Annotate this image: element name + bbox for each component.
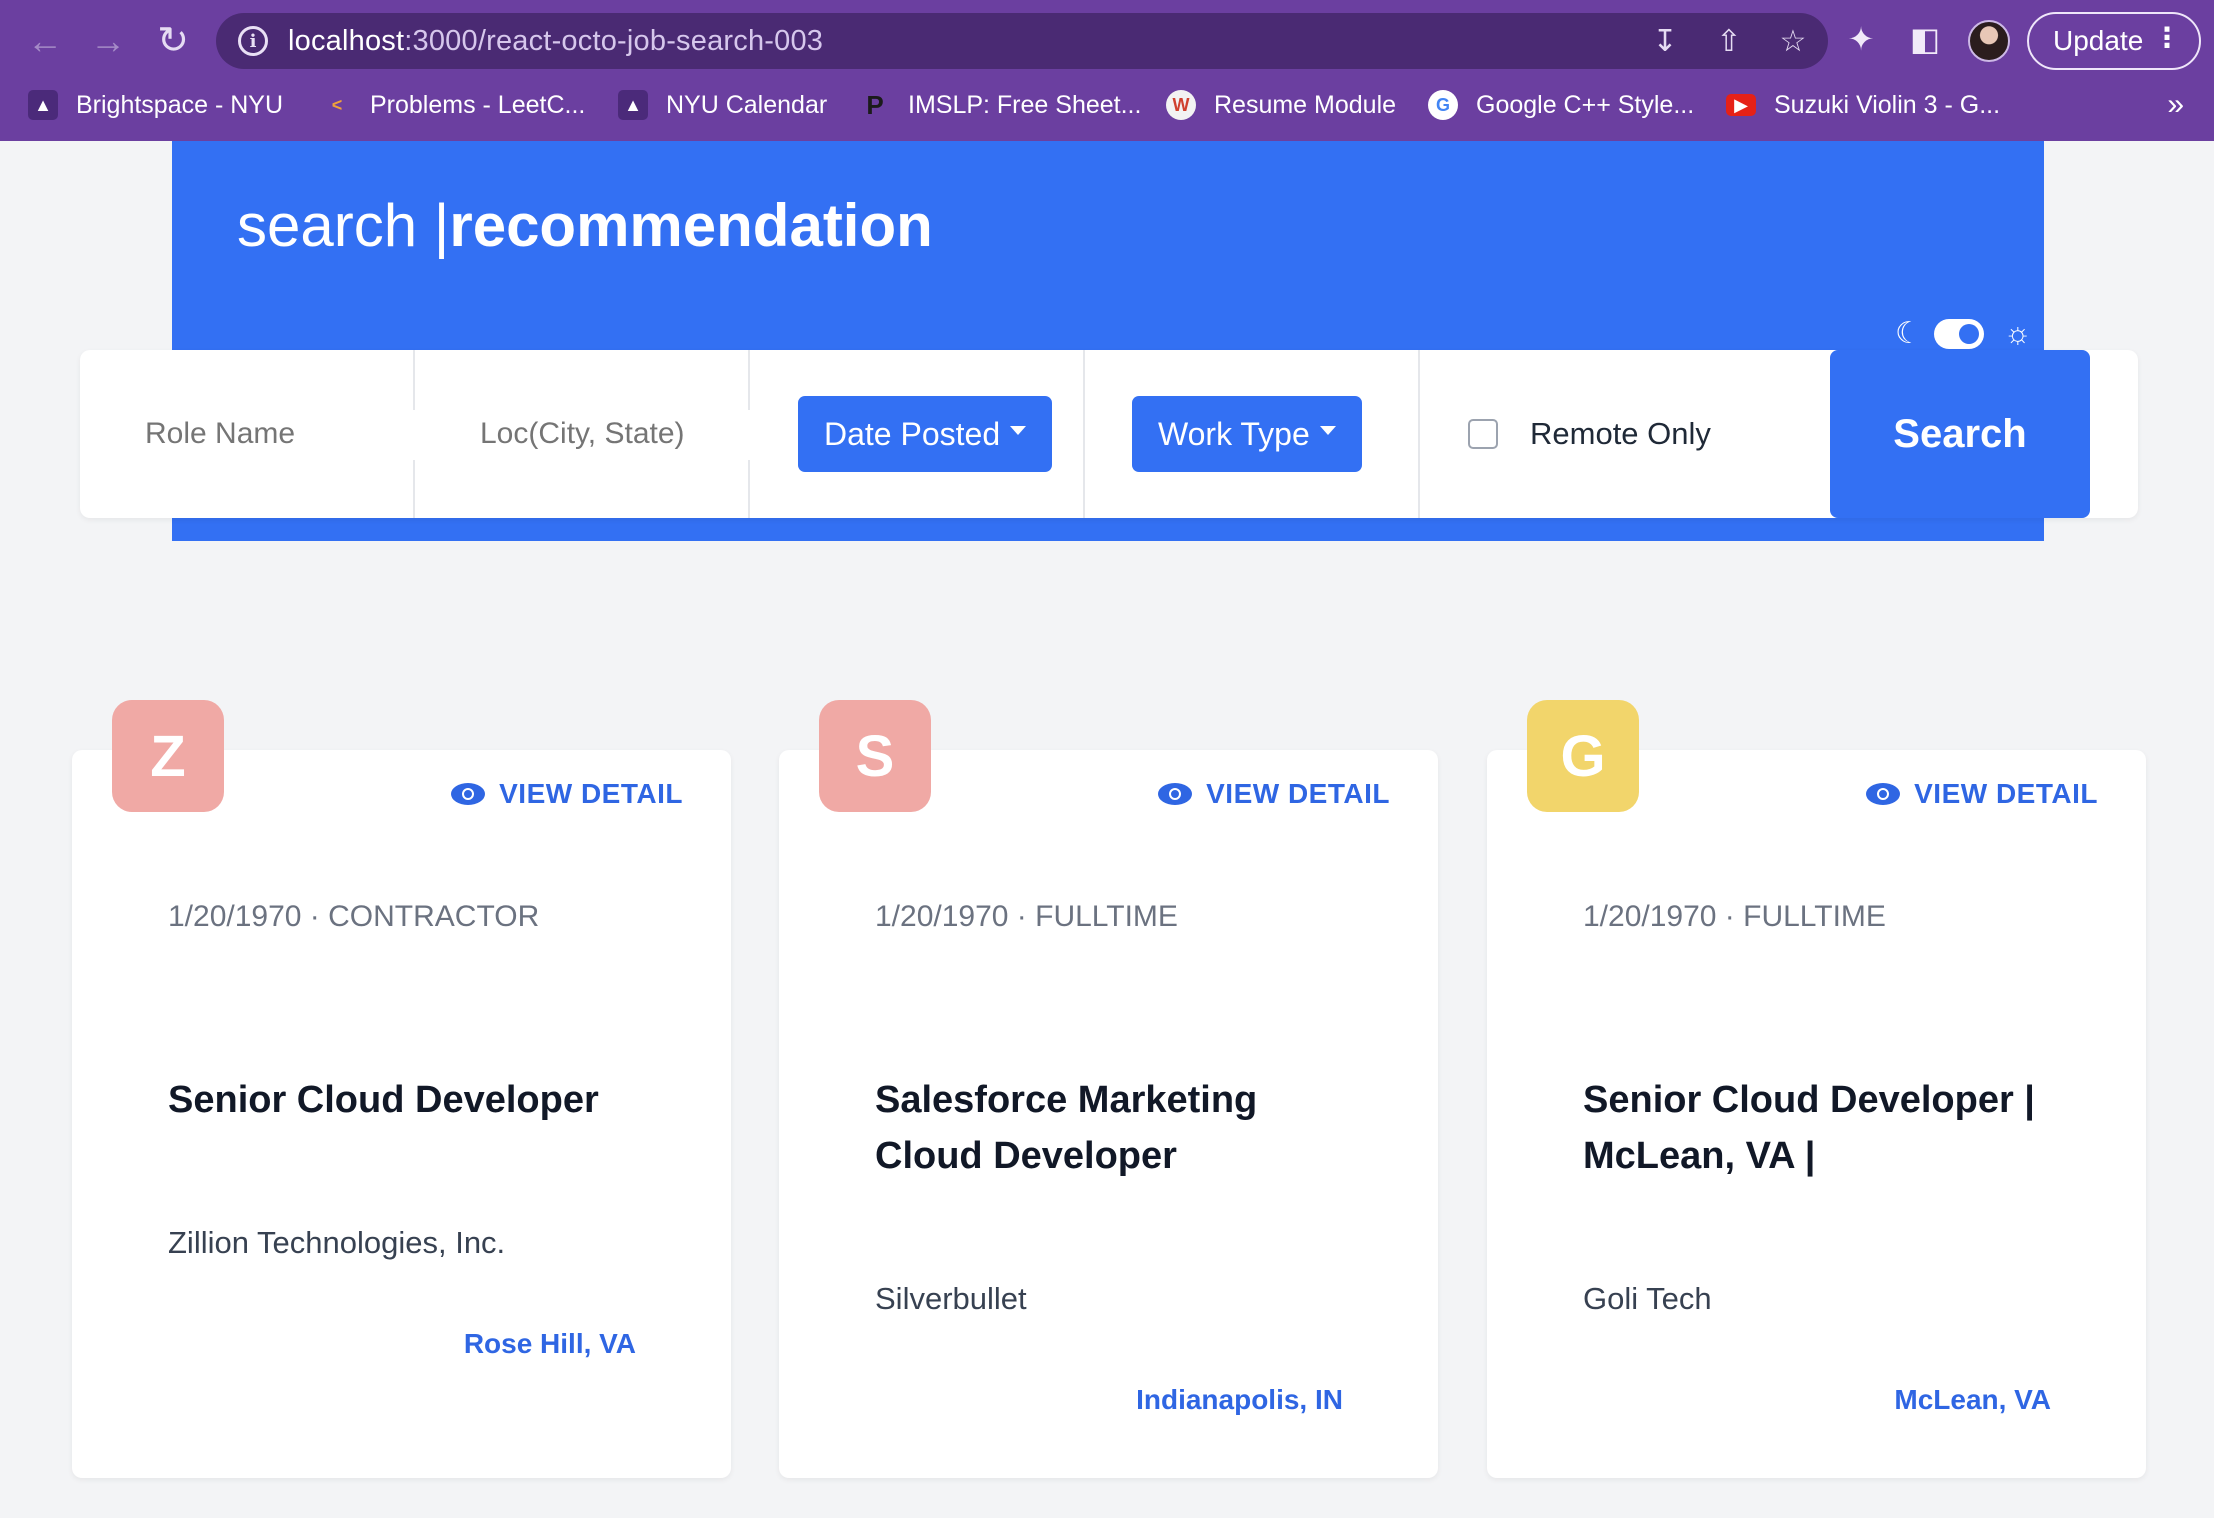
- company-logo: Z: [112, 700, 224, 812]
- address-bar[interactable]: i localhost:3000/react-octo-job-search-0…: [216, 13, 1828, 69]
- location-input[interactable]: [480, 417, 740, 451]
- caret-down-icon: [1319, 425, 1336, 435]
- bookmark-suzuki-violin[interactable]: ▶ Suzuki Violin 3 - G...: [1726, 82, 2000, 128]
- sun-icon: ☼: [2003, 316, 2032, 350]
- page-title: search |recommendation: [237, 192, 933, 259]
- view-detail-link[interactable]: VIEW DETAIL: [1866, 778, 2098, 810]
- job-card: Z VIEW DETAIL 1/20/1970 · CONTRACTOR Sen…: [72, 700, 731, 1478]
- browser-chrome: ← → ↻ i localhost:3000/react-octo-job-se…: [0, 0, 2214, 141]
- job-location: McLean, VA: [1894, 1384, 2051, 1415]
- back-icon[interactable]: ←: [20, 16, 70, 66]
- company-logo: S: [819, 700, 931, 812]
- bookmark-star-icon[interactable]: ☆: [1776, 24, 1810, 59]
- caret-down-icon: [1010, 425, 1027, 435]
- job-card: S VIEW DETAIL 1/20/1970 · FULLTIME Sales…: [779, 700, 1438, 1478]
- update-label: Update: [2053, 25, 2144, 56]
- job-meta: 1/20/1970 · CONTRACTOR: [168, 900, 540, 933]
- profile-avatar[interactable]: [1968, 20, 2010, 62]
- view-detail-link[interactable]: VIEW DETAIL: [1158, 778, 1390, 810]
- install-icon[interactable]: ↧: [1648, 24, 1682, 59]
- company-name: Zillion Technologies, Inc.: [168, 1225, 506, 1260]
- menu-dots-icon[interactable]: ⋮: [2153, 24, 2181, 52]
- theme-switch[interactable]: [1933, 318, 1984, 349]
- update-button[interactable]: Update ⋮: [2027, 12, 2201, 70]
- moon-icon: ☾: [1895, 317, 1922, 350]
- job-title: Senior Cloud Developer | McLean, VA |: [1583, 1079, 2035, 1177]
- company-logo: G: [1527, 700, 1639, 812]
- divider: [1083, 350, 1085, 518]
- share-icon[interactable]: ⇧: [1712, 24, 1746, 59]
- torch-icon: ▲: [28, 90, 58, 120]
- company-name: Goli Tech: [1583, 1281, 1712, 1316]
- remote-only-label[interactable]: Remote Only: [1530, 416, 1711, 452]
- role-name-input[interactable]: [145, 417, 405, 451]
- eye-icon: [1158, 783, 1193, 805]
- theme-toggle[interactable]: ☾ ☼: [1895, 316, 2031, 351]
- imslp-icon: P: [866, 89, 884, 120]
- date-posted-dropdown[interactable]: Date Posted: [798, 396, 1053, 472]
- bookmark-google-style[interactable]: G Google C++ Style...: [1428, 82, 1694, 128]
- leetcode-icon: <: [331, 94, 343, 115]
- job-title: Senior Cloud Developer: [168, 1079, 599, 1121]
- view-detail-link[interactable]: VIEW DETAIL: [451, 778, 683, 810]
- extensions-icon[interactable]: ✦: [1840, 18, 1882, 60]
- work-type-dropdown[interactable]: Work Type: [1132, 396, 1362, 472]
- bookmarks-bar: ▲ Brightspace - NYU < Problems - LeetC..…: [0, 82, 2214, 128]
- divider: [413, 350, 415, 518]
- search-button[interactable]: Search: [1830, 350, 2090, 518]
- job-location: Rose Hill, VA: [463, 1328, 636, 1359]
- job-title: Salesforce Marketing Cloud Developer: [875, 1079, 1258, 1177]
- remote-only-checkbox[interactable]: [1468, 419, 1498, 449]
- bookmark-nyu-calendar[interactable]: ▲ NYU Calendar: [618, 82, 827, 128]
- divider: [1418, 350, 1420, 518]
- more-bookmarks-icon[interactable]: »: [2167, 82, 2184, 128]
- google-icon: G: [1428, 90, 1458, 120]
- eye-icon: [1866, 783, 1901, 805]
- bookmark-leetcode[interactable]: < Problems - LeetC...: [322, 82, 586, 128]
- torch-icon: ▲: [618, 90, 648, 120]
- search-bar: Date Posted Work Type Remote Only Search: [80, 350, 2138, 518]
- site-info-icon[interactable]: i: [238, 26, 268, 56]
- side-panel-icon[interactable]: ◧: [1904, 18, 1946, 60]
- bookmark-resume-module[interactable]: W Resume Module: [1166, 82, 1396, 128]
- job-location: Indianapolis, IN: [1136, 1384, 1343, 1415]
- job-meta: 1/20/1970 · FULLTIME: [1583, 900, 1886, 933]
- job-card: G VIEW DETAIL 1/20/1970 · FULLTIME Senio…: [1487, 700, 2146, 1478]
- url-text[interactable]: localhost:3000/react-octo-job-search-003: [288, 25, 823, 58]
- forward-icon[interactable]: →: [83, 16, 133, 66]
- resume-icon: W: [1166, 90, 1196, 120]
- eye-icon: [451, 783, 486, 805]
- bookmark-imslp[interactable]: P IMSLP: Free Sheet...: [860, 82, 1141, 128]
- company-name: Silverbullet: [875, 1281, 1027, 1316]
- youtube-icon: ▶: [1726, 94, 1756, 116]
- divider: [748, 350, 750, 518]
- job-meta: 1/20/1970 · FULLTIME: [875, 900, 1178, 933]
- reload-icon[interactable]: ↻: [148, 16, 198, 66]
- bookmark-brightspace[interactable]: ▲ Brightspace - NYU: [28, 82, 283, 128]
